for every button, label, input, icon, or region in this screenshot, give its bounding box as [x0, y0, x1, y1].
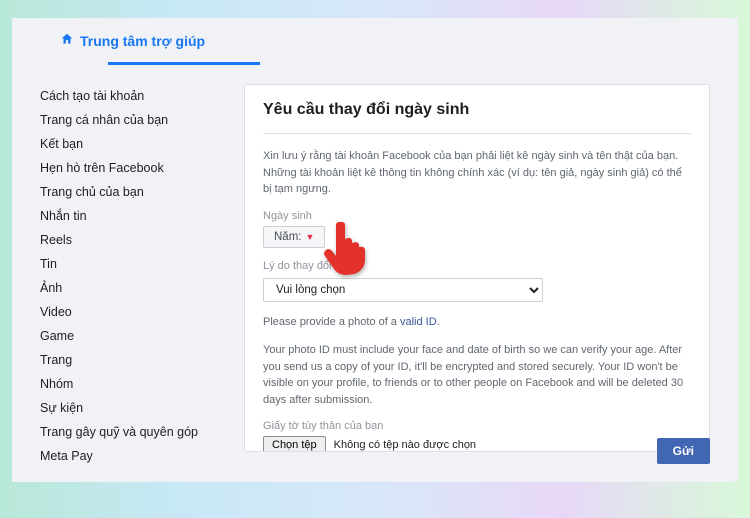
help-center-label: Trung tâm trợ giúp: [80, 33, 205, 49]
sidebar-item[interactable]: Game: [40, 324, 220, 348]
sidebar-item[interactable]: Nhắn tin: [40, 204, 220, 228]
reason-label: Lý do thay đổi này: [263, 260, 691, 272]
sidebar-item[interactable]: Trang chủ của bạn: [40, 180, 220, 204]
photo-prompt: Please provide a photo of a valid ID.: [263, 314, 691, 331]
sidebar-item[interactable]: Video: [40, 300, 220, 324]
submit-button[interactable]: Gửi: [657, 438, 710, 464]
sidebar-item[interactable]: Kết bạn: [40, 132, 220, 156]
sidebar-item[interactable]: Trang cá nhân của bạn: [40, 108, 220, 132]
tab-underline: [108, 62, 260, 65]
divider: [263, 133, 691, 134]
id-label: Giấy tờ tùy thân của bạn: [263, 420, 691, 432]
sidebar-item[interactable]: Nhóm: [40, 372, 220, 396]
sidebar-item[interactable]: Ảnh: [40, 276, 220, 300]
sidebar-item[interactable]: Cách tạo tài khoản: [40, 84, 220, 108]
sidebar-item[interactable]: Trang gây quỹ và quyên góp: [40, 420, 220, 444]
valid-id-link[interactable]: valid ID: [400, 316, 437, 328]
main-panel: Yêu cầu thay đổi ngày sinh Xin lưu ý rằn…: [244, 84, 710, 452]
sidebar-item[interactable]: Tin: [40, 252, 220, 276]
caret-down-icon: ▼: [305, 232, 314, 242]
photo-info: Your photo ID must include your face and…: [263, 342, 691, 408]
sidebar-item[interactable]: Reels: [40, 228, 220, 252]
file-status: Không có tệp nào được chọn: [334, 439, 476, 451]
reason-select[interactable]: Vui lòng chọn: [263, 278, 543, 302]
notice-text: Xin lưu ý rằng tài khoản Facebook của bạ…: [263, 148, 691, 198]
sidebar: Cách tạo tài khoản Trang cá nhân của bạn…: [40, 68, 220, 468]
birthday-label: Ngày sinh: [263, 210, 691, 222]
sidebar-item[interactable]: Hẹn hò trên Facebook: [40, 156, 220, 180]
year-dropdown-label: Năm:: [274, 231, 301, 243]
help-center-link[interactable]: Trung tâm trợ giúp: [60, 32, 205, 49]
sidebar-item[interactable]: Trang: [40, 348, 220, 372]
sidebar-item[interactable]: Meta Pay: [40, 444, 220, 468]
page-title: Yêu cầu thay đổi ngày sinh: [263, 101, 691, 119]
home-icon: [60, 32, 74, 49]
sidebar-item[interactable]: Sự kiện: [40, 396, 220, 420]
year-dropdown[interactable]: Năm: ▼: [263, 226, 325, 248]
choose-file-button[interactable]: Chọn tệp: [263, 436, 326, 452]
